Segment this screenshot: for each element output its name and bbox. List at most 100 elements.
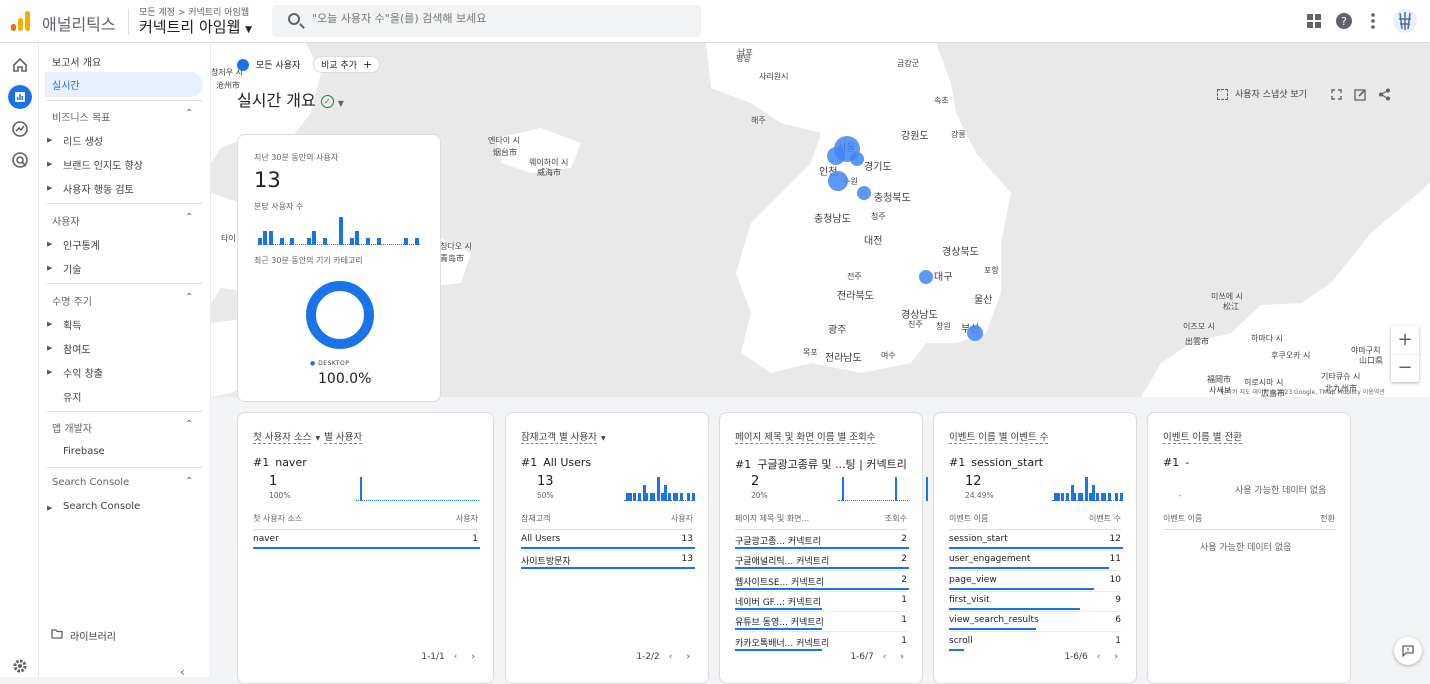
explore-icon[interactable] bbox=[10, 119, 30, 139]
prev-page-icon[interactable]: ‹ bbox=[669, 652, 673, 662]
bar[interactable] bbox=[663, 485, 667, 501]
table-row[interactable]: 구글광고종... 커넥트리 2 bbox=[735, 534, 907, 547]
zoom-out-icon[interactable]: − bbox=[1391, 354, 1419, 382]
nav-retention[interactable]: 유지 bbox=[63, 389, 81, 404]
next-page-icon[interactable]: › bbox=[1114, 652, 1118, 662]
card-title-dimension[interactable]: 이벤트 이름 별 이벤트 수 bbox=[949, 432, 1049, 444]
share-icon[interactable] bbox=[1378, 88, 1391, 101]
nav-acquisition[interactable]: 획득 bbox=[63, 317, 81, 332]
chevron-up-icon[interactable]: ⌃ bbox=[185, 212, 193, 223]
fullscreen-icon[interactable] bbox=[1331, 89, 1342, 100]
nav-section-users[interactable]: 사용자 bbox=[52, 213, 80, 228]
settings-gear-icon[interactable] bbox=[10, 656, 30, 676]
dimension-dropdown-icon[interactable]: ▼ bbox=[315, 435, 320, 442]
nav-realtime[interactable]: 실시간 bbox=[52, 77, 80, 92]
card-title-dimension[interactable]: 첫 사용자 소스 bbox=[253, 432, 312, 444]
prev-page-icon[interactable]: ‹ bbox=[454, 652, 458, 662]
map-attribution[interactable]: 단축키 지도 데이터 ©2023 Google, TMap Mobility 이… bbox=[1221, 387, 1385, 396]
more-vert-icon[interactable] bbox=[1364, 12, 1382, 30]
table-row[interactable]: 사이트방문자 13 bbox=[521, 554, 693, 567]
home-icon[interactable] bbox=[10, 55, 30, 75]
row-label[interactable]: scroll bbox=[949, 636, 973, 646]
bar[interactable] bbox=[268, 231, 273, 245]
row-label[interactable]: session_start bbox=[949, 534, 1008, 544]
zoom-in-icon[interactable]: + bbox=[1391, 326, 1419, 354]
chevron-up-icon[interactable]: ⌃ bbox=[185, 419, 193, 430]
card-title[interactable]: 첫 사용자 소스 ▼ 별 사용자 bbox=[253, 429, 363, 444]
avatar[interactable] bbox=[1393, 9, 1417, 33]
nav-search-console[interactable]: Search Console bbox=[63, 501, 140, 512]
help-icon[interactable]: ? bbox=[1335, 12, 1353, 30]
table-row[interactable]: All Users 13 bbox=[521, 534, 693, 544]
sparkline-chart[interactable] bbox=[838, 473, 928, 501]
edit-icon[interactable] bbox=[1354, 88, 1367, 101]
marker-suwon[interactable] bbox=[828, 171, 848, 191]
row-label[interactable]: user_engagement bbox=[949, 554, 1030, 564]
marker-incheon[interactable] bbox=[827, 147, 845, 165]
nav-brand-awareness[interactable]: 브랜드 인지도 향상 bbox=[63, 157, 143, 172]
feedback-button[interactable] bbox=[1394, 637, 1422, 665]
row-label[interactable]: view_search_results bbox=[949, 615, 1039, 625]
sparkline-chart[interactable] bbox=[356, 473, 479, 501]
row-label[interactable]: 웹사이트SE... 커넥트리 bbox=[735, 575, 824, 588]
nav-library[interactable]: 라이브러리 bbox=[70, 628, 116, 643]
next-page-icon[interactable]: › bbox=[900, 652, 904, 662]
table-row[interactable]: view_search_results 6 bbox=[949, 615, 1121, 625]
column-header[interactable]: 사용자 bbox=[456, 513, 478, 524]
apps-grid-icon[interactable] bbox=[1305, 12, 1323, 30]
column-header[interactable]: 이벤트 수 bbox=[1089, 513, 1121, 524]
all-users-chip[interactable]: 모든 사용자 bbox=[237, 56, 300, 73]
sparkline-chart[interactable] bbox=[624, 473, 695, 501]
add-comparison-chip[interactable]: 비교 추가 + bbox=[313, 56, 381, 73]
nav-reports-overview[interactable]: 보고서 개요 bbox=[52, 54, 101, 69]
reports-icon[interactable] bbox=[8, 85, 32, 109]
column-header[interactable]: 사용자 bbox=[671, 513, 693, 524]
row-label[interactable]: 네이버 GF...: 커넥트리 bbox=[735, 595, 821, 608]
table-row[interactable]: 구글애널리틱... 커넥트리 2 bbox=[735, 554, 907, 567]
search-input[interactable] bbox=[312, 12, 672, 25]
chevron-up-icon[interactable]: ⌃ bbox=[185, 476, 193, 487]
bar[interactable] bbox=[842, 477, 844, 501]
row-label[interactable]: first_visit bbox=[949, 595, 990, 605]
nav-engagement[interactable]: 참여도 bbox=[63, 341, 91, 356]
card-title[interactable]: 이벤트 이름 별 전환 bbox=[1163, 429, 1242, 444]
marker-gyeonggi[interactable] bbox=[850, 152, 864, 166]
column-header[interactable]: 이벤트 이름 bbox=[1163, 513, 1202, 524]
card-title-dimension[interactable]: 페이지 제목 및 화면 이름 별 조회수 bbox=[735, 432, 876, 444]
table-row[interactable]: 웹사이트SE... 커넥트리 2 bbox=[735, 575, 907, 588]
nav-monetization[interactable]: 수익 창출 bbox=[63, 365, 103, 380]
next-page-icon[interactable]: › bbox=[471, 652, 475, 662]
bar[interactable] bbox=[895, 477, 897, 501]
column-header[interactable]: 이벤트 이름 bbox=[949, 513, 988, 524]
nav-lead-generation[interactable]: 리드 생성 bbox=[63, 133, 103, 148]
card-title[interactable]: 잠재고객 별 사용자 ▼ bbox=[521, 429, 610, 444]
row-label[interactable]: 구글애널리틱... 커넥트리 bbox=[735, 554, 829, 567]
card-title-dimension[interactable]: 잠재고객 별 사용자 bbox=[521, 432, 597, 444]
nav-firebase[interactable]: Firebase bbox=[63, 446, 105, 457]
marker-chungbuk[interactable] bbox=[857, 186, 871, 200]
column-header[interactable]: 전환 bbox=[1320, 513, 1335, 524]
caret-down-icon[interactable]: ▼ bbox=[338, 99, 344, 108]
chevron-up-icon[interactable]: ⌃ bbox=[185, 292, 193, 303]
nav-section-app-developer[interactable]: 앱 개발자 bbox=[52, 420, 92, 435]
bar[interactable] bbox=[1091, 485, 1095, 501]
bar[interactable] bbox=[926, 477, 928, 501]
property-selector[interactable]: 커넥트리 아임웹 ▼ bbox=[139, 16, 252, 37]
column-header[interactable]: 잠재고객 bbox=[521, 513, 550, 524]
bar[interactable] bbox=[656, 477, 660, 501]
card-title[interactable]: 이벤트 이름 별 이벤트 수 bbox=[949, 429, 1049, 444]
bar[interactable] bbox=[339, 217, 343, 245]
card-title-dimension[interactable]: 이벤트 이름 별 전환 bbox=[1163, 432, 1242, 444]
prev-page-icon[interactable]: ‹ bbox=[1097, 652, 1101, 662]
device-donut-chart[interactable] bbox=[304, 279, 376, 351]
nav-tech[interactable]: 기술 bbox=[63, 261, 81, 276]
bar[interactable] bbox=[360, 477, 362, 501]
analytics-logo-icon[interactable] bbox=[11, 11, 31, 31]
chevron-up-icon[interactable]: ⌃ bbox=[185, 108, 193, 119]
row-label[interactable]: naver bbox=[253, 534, 279, 544]
row-label[interactable]: page_view bbox=[949, 575, 997, 585]
table-row[interactable]: session_start 12 bbox=[949, 534, 1121, 544]
bar[interactable] bbox=[312, 231, 316, 245]
bar[interactable] bbox=[355, 231, 360, 245]
card-title[interactable]: 페이지 제목 및 화면 이름 별 조회수 bbox=[735, 429, 876, 444]
